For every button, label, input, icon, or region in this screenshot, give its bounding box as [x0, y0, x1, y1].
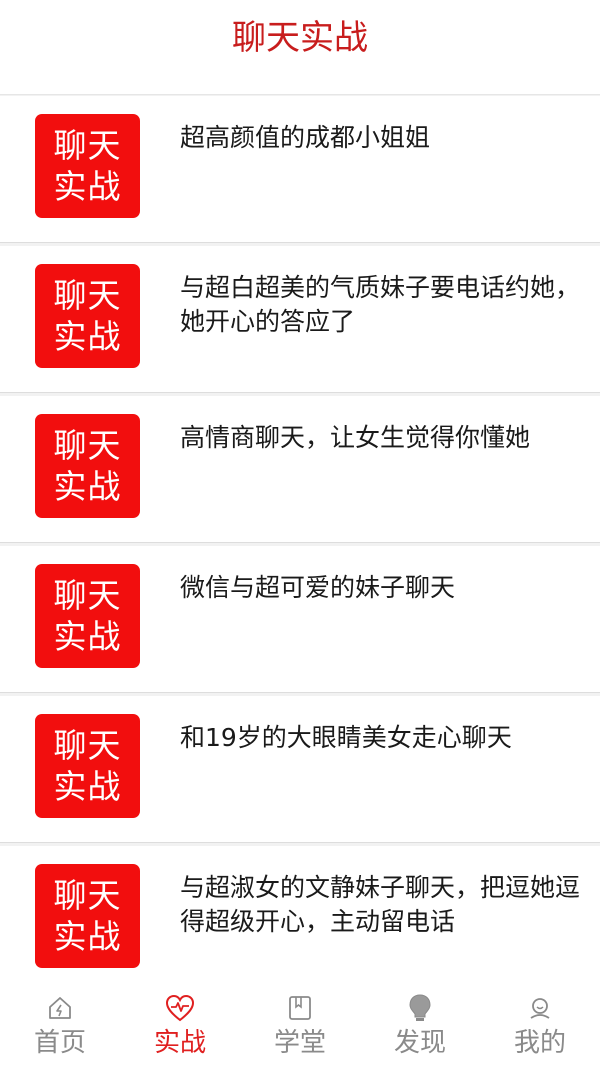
chat-badge: 聊天 实战 — [35, 564, 140, 668]
badge-line2: 实战 — [53, 317, 122, 356]
chat-badge: 聊天 实战 — [35, 414, 140, 518]
tab-label: 学堂 — [273, 1028, 326, 1058]
badge-line1: 聊天 — [53, 576, 122, 615]
item-title: 微信与超可爱的妹子聊天 — [180, 573, 456, 602]
list-item[interactable]: 聊天 实战 高情商聊天，让女生觉得你懂她 — [0, 396, 600, 543]
tab-label: 首页 — [33, 1028, 86, 1058]
app-screen: 聊天实战 聊天 实战 超高颜值的成都小姐姐 聊天 实战 与超白超美的气质妹子要电… — [0, 0, 600, 1067]
chat-badge: 聊天 实战 — [35, 864, 140, 968]
badge-line1: 聊天 — [53, 726, 122, 765]
tab-mine[interactable]: 我的 — [480, 987, 600, 1067]
item-title: 与超白超美的气质妹子要电话约她，她开心的答应了 — [180, 273, 581, 336]
book-icon — [285, 993, 315, 1023]
tab-combat[interactable]: 实战 — [120, 987, 240, 1067]
badge-line2: 实战 — [53, 617, 122, 656]
badge-line2: 实战 — [53, 167, 122, 206]
page-title: 聊天实战 — [232, 18, 368, 58]
item-title: 和19岁的大眼睛美女走心聊天 — [180, 723, 512, 752]
profile-icon — [525, 993, 555, 1023]
badge-line2: 实战 — [53, 767, 122, 806]
header-bar: 聊天实战 — [0, 0, 600, 95]
item-title: 超高颜值的成都小姐姐 — [180, 123, 431, 152]
article-list: 聊天 实战 超高颜值的成都小姐姐 聊天 实战 与超白超美的气质妹子要电话约她，她… — [0, 96, 600, 996]
badge-line1: 聊天 — [53, 876, 122, 915]
badge-line2: 实战 — [53, 917, 122, 956]
chat-badge: 聊天 实战 — [35, 264, 140, 368]
tab-home[interactable]: 首页 — [0, 987, 120, 1067]
list-item[interactable]: 聊天 实战 微信与超可爱的妹子聊天 — [0, 546, 600, 693]
tab-label: 发现 — [393, 1028, 446, 1058]
tab-discover[interactable]: 发现 — [360, 987, 480, 1067]
badge-line1: 聊天 — [53, 126, 122, 165]
tab-label: 实战 — [153, 1028, 206, 1058]
list-item[interactable]: 聊天 实战 与超白超美的气质妹子要电话约她，她开心的答应了 — [0, 246, 600, 393]
list-item[interactable]: 聊天 实战 与超淑女的文静妹子聊天，把逗她逗得超级开心，主动留电话 — [0, 846, 600, 993]
tab-label: 我的 — [513, 1028, 566, 1058]
list-item[interactable]: 聊天 实战 和19岁的大眼睛美女走心聊天 — [0, 696, 600, 843]
heartbeat-icon — [165, 993, 195, 1023]
lightbulb-icon — [405, 993, 435, 1023]
badge-line1: 聊天 — [53, 426, 122, 465]
chat-badge: 聊天 实战 — [35, 714, 140, 818]
item-title: 高情商聊天，让女生觉得你懂她 — [180, 423, 531, 452]
bottom-tab-bar: 首页 实战 学堂 发现 我的 — [0, 987, 600, 1067]
tab-study[interactable]: 学堂 — [240, 987, 360, 1067]
chat-badge: 聊天 实战 — [35, 114, 140, 218]
list-item[interactable]: 聊天 实战 超高颜值的成都小姐姐 — [0, 96, 600, 243]
badge-line1: 聊天 — [53, 276, 122, 315]
home-icon — [45, 993, 75, 1023]
badge-line2: 实战 — [53, 467, 122, 506]
item-title: 与超淑女的文静妹子聊天，把逗她逗得超级开心，主动留电话 — [180, 873, 581, 936]
